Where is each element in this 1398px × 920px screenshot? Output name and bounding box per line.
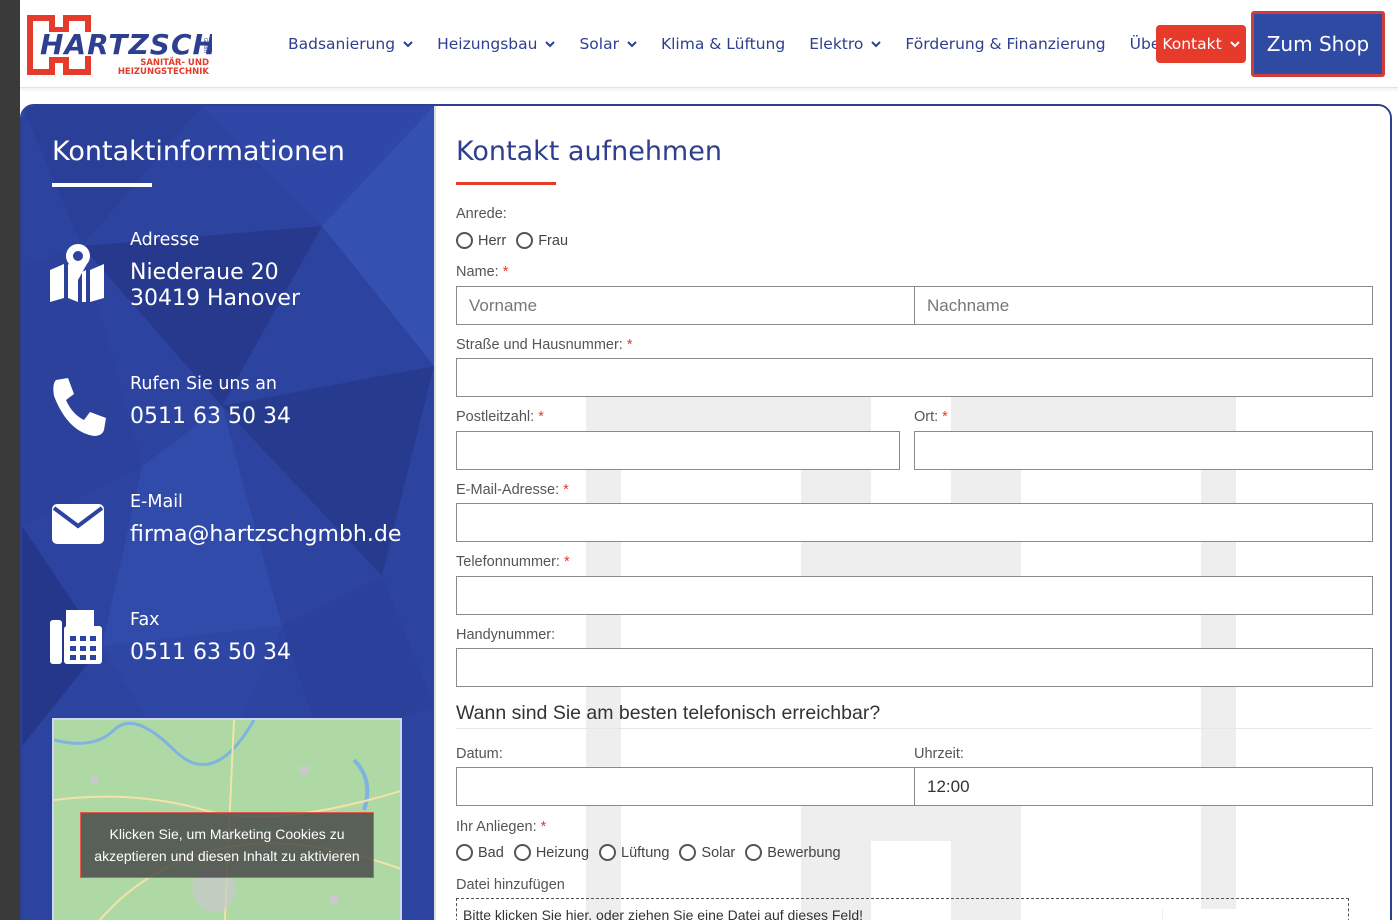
title-underline <box>52 183 152 187</box>
phone-label: Rufen Sie uns an <box>130 374 278 394</box>
email-input[interactable] <box>456 503 1373 542</box>
first-name-input[interactable]: Vorname <box>456 286 915 325</box>
radio-bewerbung[interactable]: Bewerbung <box>745 844 841 861</box>
mobile-field-label: Handynummer: <box>456 627 556 643</box>
phone-value[interactable]: 0511 63 50 34 <box>130 404 291 430</box>
chevron-down-icon <box>627 41 637 48</box>
fax-value: 0511 63 50 34 <box>130 640 291 665</box>
chevron-down-icon <box>871 41 882 48</box>
section-divider <box>456 728 1372 729</box>
city-label: Ort: * <box>914 409 948 425</box>
phone-input[interactable] <box>456 576 1373 615</box>
date-label: Datum: <box>456 746 503 762</box>
radio-solar[interactable]: Solar <box>679 844 735 861</box>
phone-field-label: Telefonnummer: * <box>456 554 570 570</box>
city-input[interactable] <box>914 431 1373 470</box>
map-pin-icon <box>50 244 104 302</box>
street-input[interactable] <box>456 358 1373 397</box>
nav-badsanierung[interactable]: Badsanierung <box>288 35 413 53</box>
cookie-notice[interactable]: Klicken Sie, um Marketing Cookies zu akz… <box>80 812 374 878</box>
browser-edge <box>0 0 20 920</box>
contact-card: Kontaktinformationen Adresse Niederaue 2… <box>20 104 1392 920</box>
zip-label: Postleitzahl: * <box>456 409 544 425</box>
nav-foerderung[interactable]: Förderung & Finanzierung <box>905 35 1105 53</box>
zip-input[interactable] <box>456 431 900 470</box>
last-name-input[interactable]: Nachname <box>914 286 1373 325</box>
chevron-down-icon <box>1229 41 1240 48</box>
fax-label: Fax <box>130 610 160 630</box>
email-value[interactable]: firma@hartzschgmbh.de <box>130 522 401 548</box>
date-input[interactable] <box>456 767 915 806</box>
shop-button[interactable]: Zum Shop <box>1251 11 1385 77</box>
page: HARTZSCH GMBH SANITÄR- UND HEIZUNGSTECHN… <box>20 0 1398 920</box>
salutation-label: Anrede: <box>456 206 507 222</box>
svg-text:GMBH: GMBH <box>202 38 208 54</box>
company-logo[interactable]: HARTZSCH GMBH SANITÄR- UND HEIZUNGSTECHN… <box>26 14 216 77</box>
form-title-underline <box>456 182 556 185</box>
reachability-heading: Wann sind Sie am besten telefonisch erre… <box>456 702 881 724</box>
map-embed[interactable]: Klicken Sie, um Marketing Cookies zu akz… <box>52 718 402 920</box>
time-label: Uhrzeit: <box>914 746 964 762</box>
nav-elektro[interactable]: Elektro <box>809 35 882 53</box>
contact-info-panel: Kontaktinformationen Adresse Niederaue 2… <box>22 106 434 920</box>
address-line-1: Niederaue 20 <box>130 260 279 285</box>
svg-text:HARTZSCH: HARTZSCH <box>40 28 212 61</box>
nav-klima-lueftung[interactable]: Klima & Lüftung <box>661 35 785 53</box>
file-label: Datei hinzufügen <box>456 877 565 893</box>
nav-kontakt-button[interactable]: Kontakt <box>1156 25 1246 63</box>
email-label: E-Mail <box>130 492 183 512</box>
file-dropzone[interactable]: Bitte klicken Sie hier, oder ziehen Sie … <box>456 898 1349 920</box>
fax-icon <box>50 610 102 664</box>
nav-solar[interactable]: Solar <box>579 35 637 53</box>
form-title: Kontakt aufnehmen <box>456 136 722 167</box>
dropzone-upload-button[interactable] <box>1162 909 1348 920</box>
radio-frau[interactable]: Frau <box>516 232 568 249</box>
time-input[interactable]: 12:00 <box>914 767 1373 806</box>
email-field-label: E-Mail-Adresse: * <box>456 482 569 498</box>
salutation-group: Herr Frau <box>456 232 578 249</box>
contact-info-title: Kontaktinformationen <box>52 136 345 167</box>
street-label: Straße und Hausnummer: * <box>456 337 633 353</box>
envelope-icon <box>52 504 104 544</box>
radio-heizung[interactable]: Heizung <box>513 844 589 861</box>
main-nav: Badsanierung Heizungsbau Solar Klima & L… <box>288 0 1241 88</box>
contact-form: Kontakt aufnehmen Anrede: Herr Frau Name… <box>434 106 1390 920</box>
dropzone-text: Bitte klicken Sie hier, oder ziehen Sie … <box>463 907 864 920</box>
chevron-down-icon <box>403 41 413 48</box>
site-header: HARTZSCH GMBH SANITÄR- UND HEIZUNGSTECHN… <box>20 0 1398 88</box>
concern-label: Ihr Anliegen: * <box>456 819 547 835</box>
address-label: Adresse <box>130 230 200 250</box>
address-line-2: 30419 Hanover <box>130 286 301 311</box>
nav-heizungsbau[interactable]: Heizungsbau <box>437 35 556 53</box>
phone-icon <box>53 378 106 436</box>
radio-bad[interactable]: Bad <box>456 844 504 861</box>
concern-group: Bad Heizung Lüftung Solar Bewerbung <box>456 844 851 861</box>
name-label: Name: * <box>456 264 509 280</box>
svg-text:HEIZUNGSTECHNIK: HEIZUNGSTECHNIK <box>118 67 210 76</box>
mobile-input[interactable] <box>456 648 1373 687</box>
radio-lueftung[interactable]: Lüftung <box>599 844 669 861</box>
radio-herr[interactable]: Herr <box>456 232 506 249</box>
chevron-down-icon <box>545 41 556 48</box>
